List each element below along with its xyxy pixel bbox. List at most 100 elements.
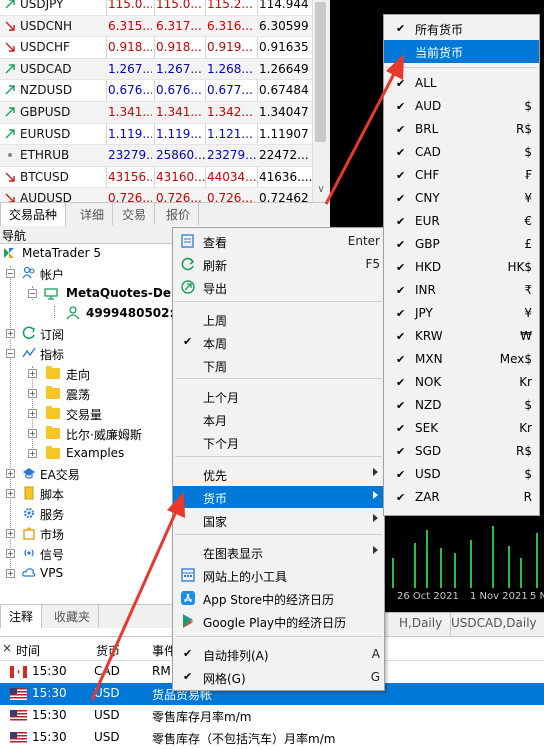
tab-ticks[interactable]: 报价 <box>158 203 200 225</box>
context-menu-item[interactable]: ✔ 本周 <box>173 331 384 353</box>
tab-chart-1[interactable]: H,Daily <box>385 613 452 635</box>
currency-item[interactable]: ✔ NOK Kr <box>384 371 539 394</box>
context-menu-item[interactable]: App Store中的经济日历 <box>173 587 384 609</box>
context-menu-item[interactable]: 上周 <box>173 308 384 330</box>
expand-icon[interactable]: + <box>28 409 37 418</box>
market-watch-row[interactable]: GBPUSD 1.341... 1.341... 1.342... 1.34047 <box>0 102 312 124</box>
expand-icon[interactable]: + <box>6 329 15 338</box>
tab-chart-usdcad[interactable]: USDCAD,Daily <box>443 613 544 635</box>
context-menu-item[interactable]: 本月 <box>173 408 384 430</box>
export-icon <box>180 279 196 295</box>
price-bid: 115.0... <box>108 0 152 11</box>
currency-item[interactable]: ✔ AUD $ <box>384 95 539 118</box>
price-low: 41636.... <box>259 169 313 184</box>
context-menu-item[interactable]: 下周 <box>173 354 384 376</box>
currency-symbol: $ <box>524 398 532 412</box>
currency-symbol: R$ <box>516 444 532 458</box>
currency-item[interactable]: ✔ CNY ¥ <box>384 187 539 210</box>
expand-icon[interactable]: + <box>28 429 37 438</box>
price-low: 0.91635 <box>259 40 309 55</box>
tab-trading[interactable]: 交易 <box>114 203 156 225</box>
menu-separator <box>175 301 382 302</box>
market-watch-row[interactable]: USDJPY 115.0... 115.0... 115.2... 114.944 <box>0 0 312 16</box>
column-time[interactable]: 时间 <box>16 642 40 659</box>
context-menu-item[interactable]: ✔ 自动排列(A) A <box>173 643 384 665</box>
currency-item[interactable]: ✔ INR ₹ <box>384 279 539 302</box>
currency-item[interactable]: ✔ MXN Mex$ <box>384 348 539 371</box>
currency-item[interactable]: ✔ GBP £ <box>384 233 539 256</box>
currency-item[interactable]: ✔ BRL R$ <box>384 118 539 141</box>
context-menu-item[interactable]: 网站上的小工具 <box>173 564 384 586</box>
menu-item-current-currencies[interactable]: 当前货币 <box>384 40 539 63</box>
us-flag-icon <box>10 732 27 744</box>
currency-item[interactable]: ✔ EUR € <box>384 210 539 233</box>
menu-item-label: 网站上的小工具 <box>203 570 288 584</box>
context-menu-item[interactable]: 下个月 <box>173 431 384 453</box>
column-currency[interactable]: 货币 <box>96 642 120 659</box>
market-watch-row[interactable]: USDCAD 1.267... 1.267... 1.268... 1.26649 <box>0 58 312 81</box>
expand-icon[interactable]: + <box>6 529 15 538</box>
price-ask: 0.676... <box>156 83 202 98</box>
market-watch-scroll-thumb[interactable] <box>315 2 326 142</box>
context-menu-item[interactable]: 刷新 F5 <box>173 253 384 275</box>
market-watch-row[interactable]: EURUSD 1.119... 1.119... 1.121... 1.11907 <box>0 124 312 146</box>
collapse-icon[interactable]: − <box>6 269 15 278</box>
expand-icon[interactable]: + <box>28 369 37 378</box>
tab-details[interactable]: 详细 <box>72 203 114 225</box>
currency-item[interactable]: ✔ ALL <box>384 72 539 95</box>
tab-common[interactable]: 注释 <box>0 605 43 628</box>
currency-item[interactable]: ✔ CAD $ <box>384 141 539 164</box>
tab-symbols[interactable]: 交易品种 <box>0 203 67 226</box>
currency-item[interactable]: ✔ JPY ¥ <box>384 302 539 325</box>
price-high: 6.316... <box>207 18 253 33</box>
expand-icon[interactable]: + <box>6 569 15 578</box>
symbol-name: USDCAD <box>20 61 72 76</box>
market-watch-row[interactable]: AUDUSD 0.726... 0.726... 0.726... 0.72462 <box>0 188 312 202</box>
currency-item[interactable]: ✔ SEK Kr <box>384 417 539 440</box>
collapse-icon[interactable]: − <box>6 349 15 358</box>
checkmark-icon: ✔ <box>396 100 406 113</box>
context-menu-item[interactable]: 国家 <box>173 509 384 531</box>
close-icon[interactable]: × <box>2 641 12 655</box>
market-watch-row[interactable]: USDCHF 0.918... 0.918... 0.919... 0.91635 <box>0 37 312 59</box>
context-menu-item[interactable]: ✔ 网格(G) G <box>173 666 384 688</box>
market-watch-row[interactable]: NZDUSD 0.676... 0.676... 0.677... 0.67484 <box>0 80 312 102</box>
currency-item[interactable]: ✔ KRW ₩ <box>384 325 539 348</box>
currency-item[interactable]: ✔ SGD R$ <box>384 440 539 463</box>
expand-icon[interactable]: + <box>28 449 37 458</box>
calendar-row[interactable]: 15:30 USD 零售库存月率m/m <box>0 705 544 727</box>
context-menu-item[interactable]: 上个月 <box>173 385 384 407</box>
calendar-row[interactable]: 15:30 USD 零售库存（不包括汽车）月率m/m <box>0 727 544 749</box>
expand-icon[interactable]: + <box>6 469 15 478</box>
context-menu-item[interactable]: 导出 <box>173 276 384 298</box>
context-menu-item[interactable]: 在图表显示 <box>173 541 384 563</box>
expand-icon[interactable]: + <box>6 549 15 558</box>
context-menu-item[interactable]: 货币 <box>173 486 384 508</box>
currency-item[interactable]: ✔ ZAR R <box>384 486 539 509</box>
market-watch-row[interactable]: BTCUSD 43156... 43160...44034...41636.... <box>0 167 312 189</box>
scroll-down-icon[interactable]: ∨ <box>312 184 330 200</box>
currency-item[interactable]: ✔ USD $ <box>384 463 539 486</box>
expand-icon[interactable]: + <box>6 489 15 498</box>
context-menu-item[interactable]: Google Play中的经济日历 <box>173 610 384 632</box>
currency-item[interactable]: ✔ NZD $ <box>384 394 539 417</box>
context-menu-item[interactable]: 优先 <box>173 463 384 485</box>
collapse-icon[interactable]: − <box>28 289 37 298</box>
tab-favorites[interactable]: 收藏夹 <box>46 605 100 627</box>
tree-root-label: MetaTrader 5 <box>22 246 102 260</box>
menu-item-label: Google Play中的经济日历 <box>203 616 347 630</box>
menu-item-label: 网格(G) <box>203 672 246 686</box>
market-watch-row[interactable]: ETHRUB23279...25860...23279...22472... <box>0 145 312 167</box>
currency-code: CNY <box>415 191 440 205</box>
market-watch-row[interactable]: USDCNH 6.315... 6.317... 6.316... 6.30599 <box>0 15 312 38</box>
expand-icon[interactable]: + <box>28 389 37 398</box>
currency-item[interactable]: ✔ HKD HK$ <box>384 256 539 279</box>
menu-item-all-currencies[interactable]: ✔ 所有货币 <box>384 17 539 40</box>
context-menu-item[interactable]: 查看 Enter <box>173 230 384 252</box>
checkmark-icon: ✔ <box>396 261 406 274</box>
currency-symbol: $ <box>524 99 532 113</box>
menu-item-label: 本周 <box>203 337 228 351</box>
event-currency: USD <box>94 686 120 700</box>
checkmark-icon: ✔ <box>396 399 406 412</box>
currency-item[interactable]: ✔ CHF ₣ <box>384 164 539 187</box>
